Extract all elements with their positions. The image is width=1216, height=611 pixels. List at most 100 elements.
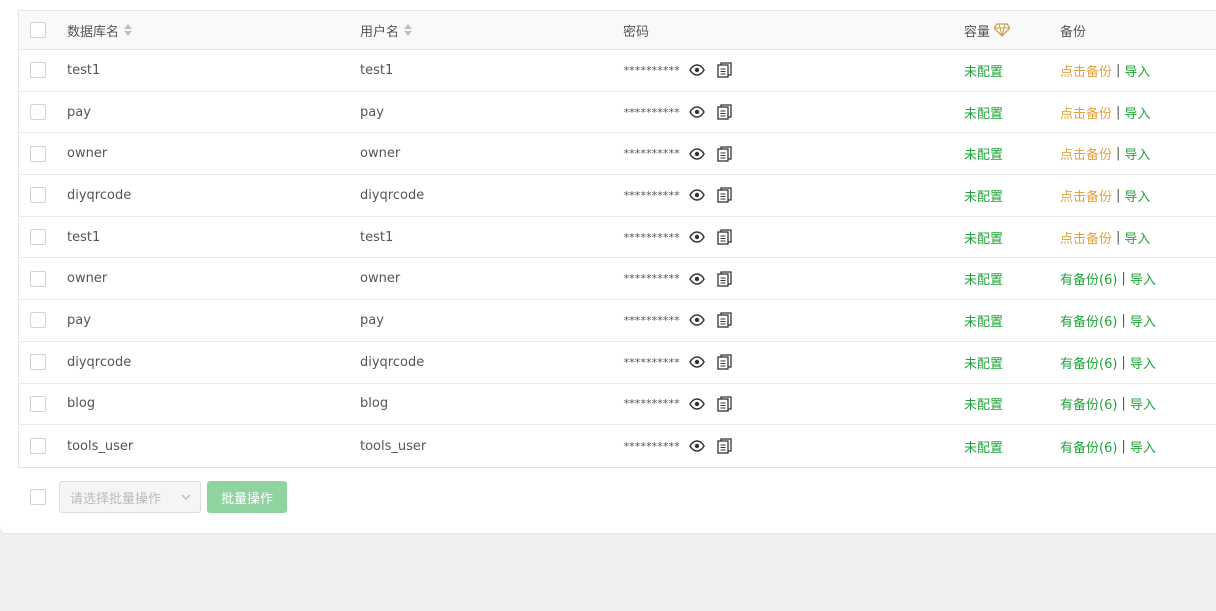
- backup-link[interactable]: 点击备份: [1060, 144, 1112, 163]
- batch-operation-button[interactable]: 批量操作: [207, 481, 288, 513]
- eye-icon[interactable]: [689, 189, 706, 202]
- backup-link[interactable]: 有备份(6): [1060, 269, 1117, 288]
- backup-link[interactable]: 点击备份: [1060, 103, 1112, 122]
- row-checkbox[interactable]: [30, 395, 46, 412]
- capacity-config-link[interactable]: 未配置: [964, 186, 1003, 205]
- separator: |: [1121, 354, 1126, 370]
- header-username[interactable]: 用户名: [360, 11, 413, 49]
- eye-icon[interactable]: [689, 148, 706, 160]
- eye-icon[interactable]: [689, 398, 706, 410]
- row-checkbox[interactable]: [30, 270, 46, 287]
- footer-select-all-checkbox[interactable]: [30, 489, 46, 505]
- eye-icon[interactable]: [689, 64, 706, 77]
- eye-icon[interactable]: [689, 231, 706, 243]
- copy-icon[interactable]: [717, 62, 732, 78]
- backup-link[interactable]: 点击备份: [1060, 61, 1112, 80]
- eye-icon[interactable]: [689, 356, 706, 368]
- backup-cell: 点击备份 | 导入: [1060, 175, 1150, 216]
- batch-operation-select[interactable]: 请选择批量操作: [59, 481, 201, 513]
- import-link[interactable]: 导入: [1124, 186, 1150, 205]
- copy-icon[interactable]: [717, 396, 732, 412]
- copy-icon[interactable]: [717, 229, 732, 245]
- capacity-cell: 未配置: [964, 217, 1003, 258]
- db-name: test1: [67, 62, 101, 78]
- capacity-config-link[interactable]: 未配置: [964, 228, 1003, 247]
- backup-link[interactable]: 点击备份: [1060, 228, 1112, 247]
- backup-link[interactable]: 有备份(6): [1060, 311, 1117, 330]
- database-table: 数据库名 用户名 密码 容量 备份 test1 test1 **********…: [18, 10, 1216, 468]
- db-name-cell: pay: [67, 300, 91, 341]
- copy-icon[interactable]: [717, 312, 732, 329]
- import-link[interactable]: 导入: [1130, 394, 1156, 413]
- separator: |: [1121, 438, 1126, 454]
- backup-link[interactable]: 有备份(6): [1060, 353, 1117, 372]
- copy-icon[interactable]: [717, 271, 732, 287]
- db-name: diyqrcode: [67, 187, 132, 203]
- row-checkbox[interactable]: [30, 187, 46, 204]
- import-link[interactable]: 导入: [1124, 228, 1150, 247]
- import-link[interactable]: 导入: [1130, 311, 1156, 330]
- capacity-config-link[interactable]: 未配置: [964, 394, 1003, 413]
- import-link[interactable]: 导入: [1124, 61, 1150, 80]
- db-name: test1: [67, 229, 101, 245]
- masked-password: **********: [623, 63, 680, 77]
- sort-icon[interactable]: [124, 24, 133, 36]
- capacity-cell: 未配置: [964, 133, 1003, 174]
- select-all-checkbox[interactable]: [30, 22, 46, 38]
- copy-icon[interactable]: [717, 438, 732, 454]
- username-cell: pay: [360, 300, 384, 341]
- row-checkbox[interactable]: [30, 229, 46, 246]
- capacity-cell: 未配置: [964, 175, 1003, 216]
- table-row: diyqrcode diyqrcode ********** 未配置 点击备份 …: [19, 175, 1216, 217]
- import-link[interactable]: 导入: [1124, 103, 1150, 122]
- copy-icon[interactable]: [717, 104, 732, 120]
- capacity-config-link[interactable]: 未配置: [964, 269, 1003, 288]
- import-link[interactable]: 导入: [1130, 353, 1156, 372]
- db-name-cell: diyqrcode: [67, 175, 131, 216]
- backup-link[interactable]: 点击备份: [1060, 186, 1112, 205]
- copy-icon[interactable]: [717, 146, 732, 162]
- masked-password: **********: [623, 439, 680, 453]
- eye-icon[interactable]: [689, 314, 706, 327]
- separator: |: [1116, 104, 1121, 120]
- import-link[interactable]: 导入: [1130, 269, 1156, 288]
- capacity-config-link[interactable]: 未配置: [964, 311, 1003, 330]
- backup-link[interactable]: 有备份(6): [1060, 437, 1117, 456]
- db-name-cell: owner: [67, 133, 107, 174]
- username-cell: test1: [360, 217, 393, 258]
- copy-icon[interactable]: [717, 187, 732, 204]
- header-db-name[interactable]: 数据库名: [67, 11, 133, 49]
- row-checkbox[interactable]: [30, 438, 46, 455]
- gem-icon[interactable]: [994, 23, 1011, 37]
- username: blog: [360, 396, 389, 412]
- row-checkbox[interactable]: [30, 312, 46, 329]
- copy-icon[interactable]: [717, 354, 732, 370]
- username: owner: [360, 146, 401, 162]
- eye-icon[interactable]: [689, 440, 706, 452]
- capacity-config-link[interactable]: 未配置: [964, 61, 1003, 80]
- db-name-cell: owner: [67, 258, 107, 299]
- db-name-cell: pay: [67, 92, 91, 133]
- eye-icon[interactable]: [689, 106, 706, 118]
- username: diyqrcode: [360, 354, 425, 370]
- db-name-cell: test1: [67, 50, 100, 91]
- import-link[interactable]: 导入: [1130, 437, 1156, 456]
- sort-icon[interactable]: [404, 24, 413, 36]
- row-checkbox[interactable]: [30, 104, 46, 121]
- capacity-config-link[interactable]: 未配置: [964, 103, 1003, 122]
- backup-link[interactable]: 有备份(6): [1060, 394, 1117, 413]
- eye-icon[interactable]: [689, 273, 706, 285]
- capacity-config-link[interactable]: 未配置: [964, 437, 1003, 456]
- row-checkbox[interactable]: [30, 354, 46, 371]
- backup-cell: 点击备份 | 导入: [1060, 133, 1150, 174]
- capacity-config-link[interactable]: 未配置: [964, 353, 1003, 372]
- import-link[interactable]: 导入: [1124, 144, 1150, 163]
- header-username-label: 用户名: [360, 24, 400, 40]
- row-checkbox[interactable]: [30, 145, 46, 162]
- db-name: pay: [67, 104, 91, 120]
- masked-password: **********: [623, 230, 680, 244]
- password-cell: **********: [623, 300, 732, 341]
- capacity-config-link[interactable]: 未配置: [964, 144, 1003, 163]
- row-checkbox[interactable]: [30, 62, 46, 79]
- table-header: 数据库名 用户名 密码 容量 备份: [19, 11, 1216, 50]
